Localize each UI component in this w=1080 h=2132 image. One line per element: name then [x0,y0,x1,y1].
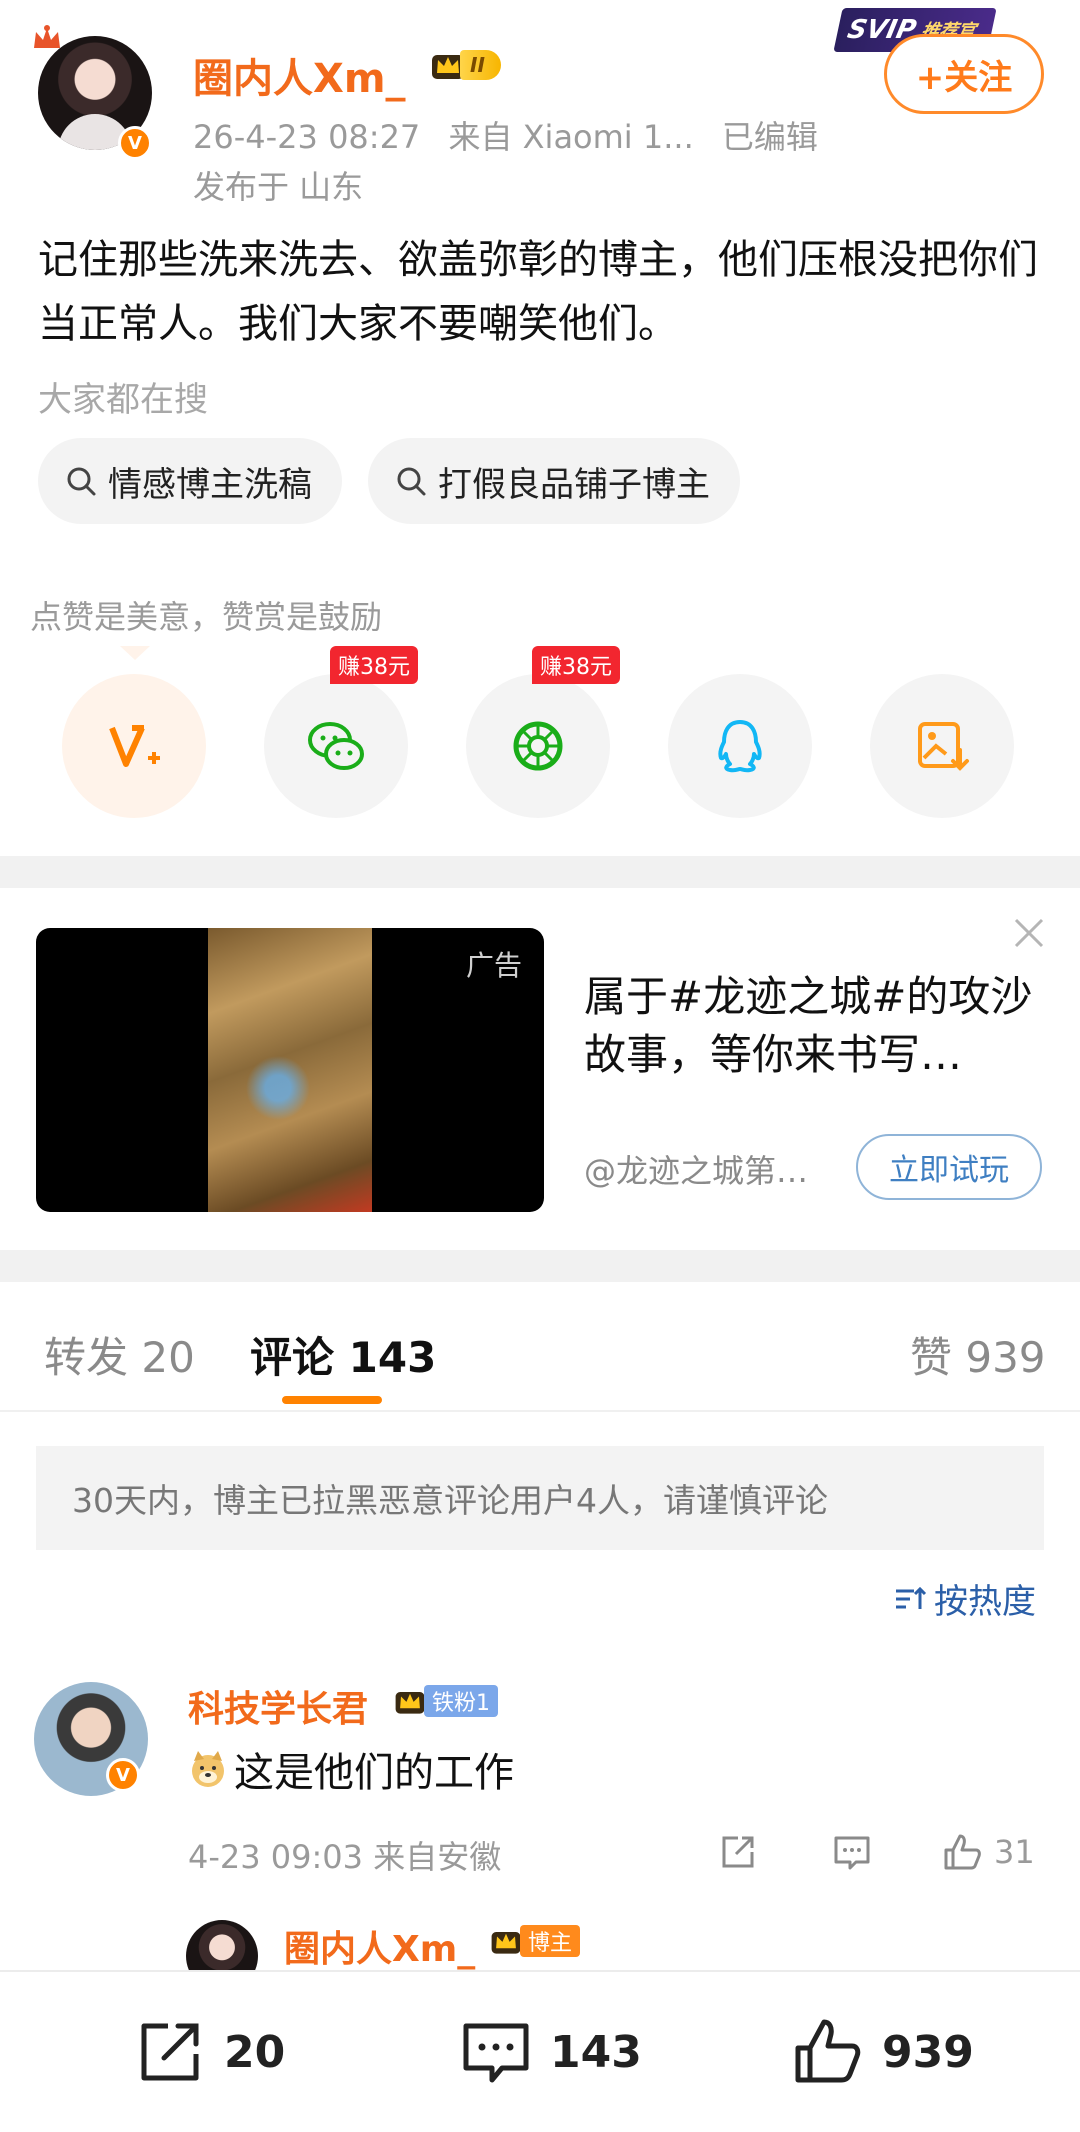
level-label: II [460,50,501,80]
share-moments-button[interactable]: 赚38元 [466,646,620,818]
commenter-name[interactable]: 科技学长君 [188,1680,368,1732]
follow-button[interactable]: +关注 [884,34,1044,114]
ad-cta-button[interactable]: 立即试玩 [856,1134,1042,1200]
comment-icon [834,1836,870,1870]
comment-reply-button[interactable] [830,1830,874,1874]
save-image-button[interactable] [870,674,1014,818]
fan-badge[interactable]: 铁粉1 [392,1680,498,1722]
owner-tag: 博主 [520,1925,581,1957]
like-count: 939 [882,2026,974,2078]
ad-game-scene [208,928,372,1212]
comment-text: 这是他们的工作 [188,1740,514,1798]
comment-like-button[interactable]: 31 [940,1830,1035,1874]
sort-icon [896,1586,927,1609]
verified-badge-icon: V [106,1758,140,1792]
level-badge[interactable]: II [428,44,501,86]
search-icon [67,467,96,496]
reward-v-button[interactable] [62,674,206,818]
reply-author-name[interactable]: 圈内人Xm_ [284,1920,475,1972]
ad-source[interactable]: @龙迹之城第… [584,1146,808,1192]
trending-search-chips: 情感博主洗稿 打假良品铺子博主 [38,438,740,524]
save-image-icon [918,722,969,771]
comment-share-button[interactable] [716,1830,760,1874]
sort-label: 按热度 [934,1582,1036,1622]
trending-search-label: 大家都在搜 [38,380,208,420]
comment-count: 143 [550,2026,642,2078]
post-source: 来自 Xiaomi 1... [448,118,694,156]
post-location: 发布于 山东 [193,168,364,206]
share-wechat-button[interactable]: 赚38元 [264,646,418,818]
earn-tag: 赚38元 [330,646,418,684]
comment-notice: 30天内，博主已拉黑恶意评论用户4人，请谨慎评论 [36,1446,1044,1550]
moments-icon [513,721,563,771]
share-row: 赚38元 赚38元 [62,646,1022,824]
qq-icon [718,720,762,773]
repost-button[interactable]: 20 [132,2014,285,2090]
wechat-icon [308,722,364,770]
author-name[interactable]: 圈内人Xm_ [193,46,406,104]
post-text: 记住那些洗来洗去、欲盖弥彰的博主，他们压根没把你们当正常人。我们大家不要嘲笑他们… [38,237,1038,347]
comment-body: 这是他们的工作 [234,1750,514,1796]
comment-button[interactable]: 143 [458,2014,642,2090]
tab-repost[interactable]: 转发 20 [44,1324,195,1385]
search-chip-label: 打假良品铺子博主 [438,464,710,505]
post-header: V 圈内人Xm_ II 26-4-23 08:27 来自 Xiaomi 1...… [0,0,1080,220]
comment-like-count: 31 [994,1833,1035,1871]
ad-title[interactable]: 属于#龙迹之城#的攻沙故事，等你来书写… [584,968,1044,1084]
crown-icon [491,1932,521,1954]
edited-label[interactable]: 已编辑 [722,118,818,156]
search-icon [397,467,426,496]
share-icon [141,2023,199,2081]
post-meta: 26-4-23 08:27 来自 Xiaomi 1... 已编辑 [193,112,836,158]
post-timestamp: 26-4-23 08:27 [193,118,421,156]
section-divider [0,856,1080,888]
fan-level-tag: 铁粉1 [424,1685,498,1717]
verified-badge-icon: V [118,126,152,160]
share-icon [722,1836,754,1868]
comment-icon [463,2023,529,2083]
repost-count: 20 [224,2026,286,2078]
comment-meta: 4-23 09:03 来自安徽 [188,1838,502,1876]
bottom-action-bar: 20 143 939 [0,1970,1080,2132]
search-chip[interactable]: 打假良品铺子博主 [368,438,740,524]
search-chip[interactable]: 情感博主洗稿 [38,438,342,524]
like-button[interactable]: 939 [790,2014,974,2090]
doge-emoji-icon [192,1751,224,1787]
reward-prompt: 点赞是美意，赞赏是鼓励 [30,598,383,636]
ad-label: 广告 [465,949,522,982]
close-icon[interactable] [1010,914,1048,952]
author-avatar[interactable]: V [34,22,156,160]
owner-badge: 博主 [488,1920,581,1962]
thumbs-up-icon [795,2019,861,2083]
section-divider [0,1250,1080,1282]
interaction-tabs: 转发 20 评论 143 赞 939 [0,1282,1080,1412]
earn-tag: 赚38元 [532,646,620,684]
share-qq-button[interactable] [668,674,812,818]
pointer-caret-icon [120,646,150,660]
sort-toggle[interactable]: 按热度 [892,1574,1036,1623]
crown-icon [395,1692,425,1714]
tab-comments[interactable]: 评论 143 [250,1324,436,1385]
thumbs-up-icon [944,1834,981,1870]
v-plus-icon [109,725,160,767]
ad-video-thumbnail[interactable]: 广告 [36,928,544,1212]
tab-likes[interactable]: 赞 939 [910,1324,1046,1385]
search-chip-label: 情感博主洗稿 [108,464,312,505]
active-tab-indicator [282,1396,382,1404]
